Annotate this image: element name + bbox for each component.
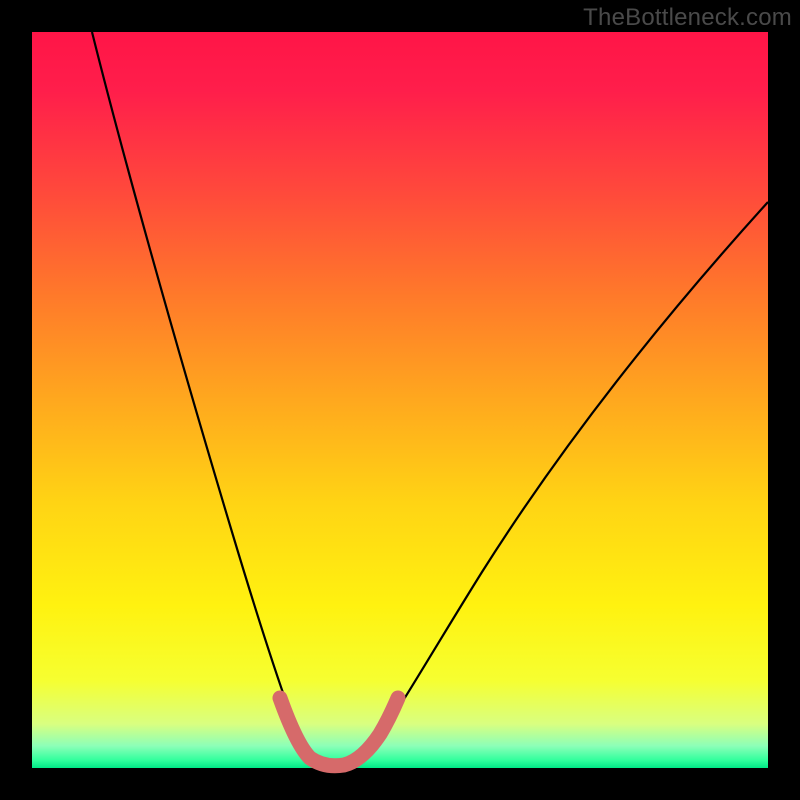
- watermark-text: TheBottleneck.com: [583, 4, 792, 32]
- chart-frame: TheBottleneck.com: [0, 0, 800, 800]
- curve-highlight: [280, 698, 398, 766]
- curve-layer: [32, 32, 768, 768]
- bottleneck-curve: [92, 32, 768, 764]
- plot-area: [32, 32, 768, 768]
